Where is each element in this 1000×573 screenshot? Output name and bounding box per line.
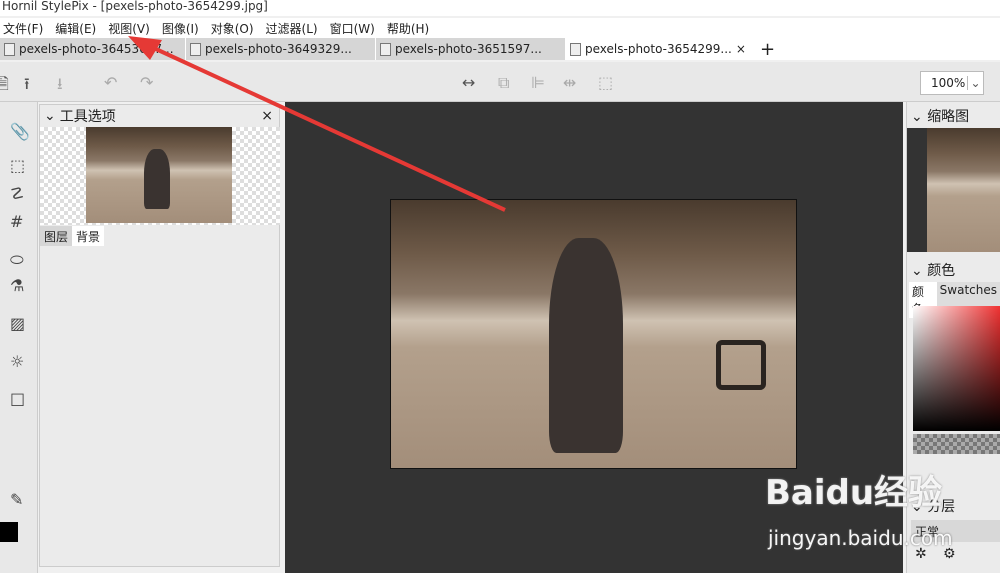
watermark-url: jingyan.baidu.com bbox=[768, 526, 953, 550]
watermark-logo: Baidu经验 bbox=[765, 473, 943, 513]
